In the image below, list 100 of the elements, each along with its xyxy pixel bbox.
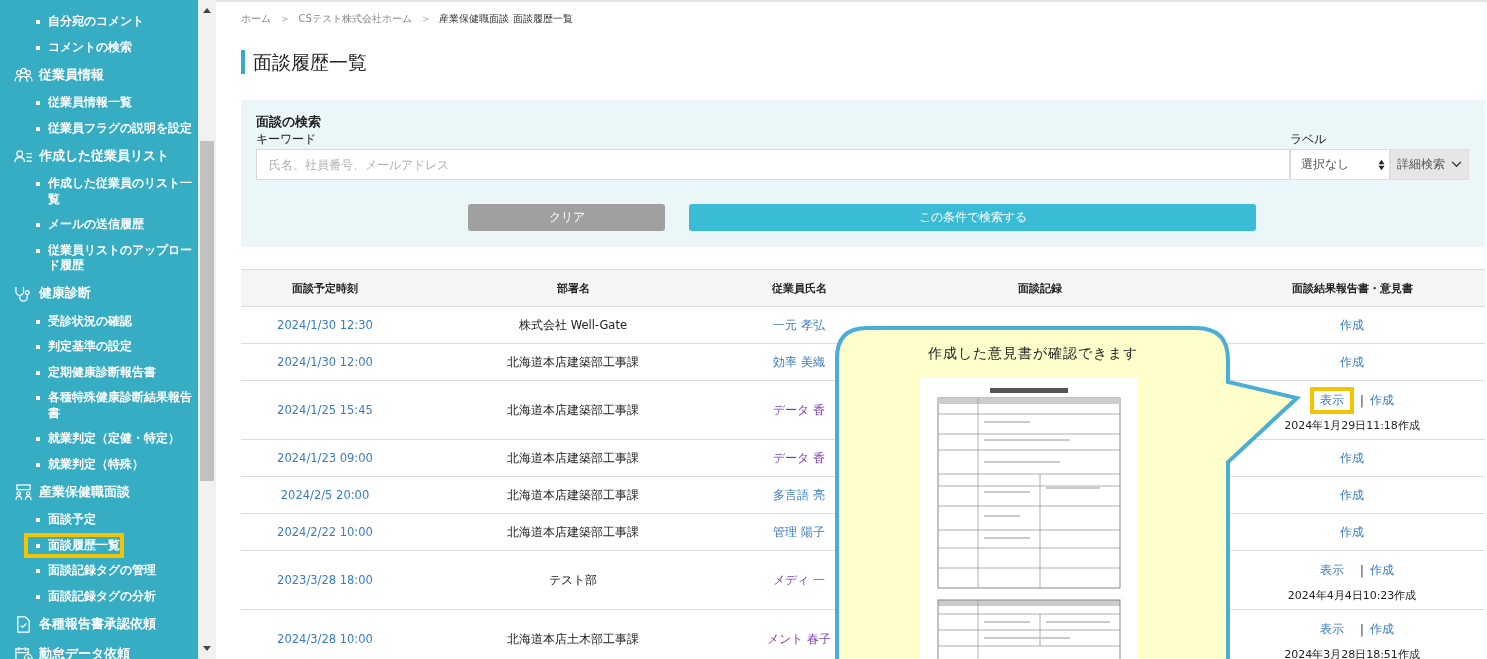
bullet-icon (36, 182, 40, 186)
sidebar-item[interactable]: コメントの検索 (24, 34, 136, 60)
stethoscope-icon (14, 285, 33, 302)
bullet-icon (36, 594, 40, 599)
link-separator: | (1360, 393, 1364, 408)
breadcrumb-separator: > (281, 14, 289, 24)
sidebar-section[interactable]: 産業保健職面談 (0, 477, 136, 507)
view-link[interactable]: 表示 (1310, 557, 1355, 584)
create-link[interactable]: 作成 (1369, 563, 1394, 578)
field-label: ラベル (1290, 131, 1327, 148)
employee-link[interactable]: データ 香 (773, 402, 825, 418)
bullet-icon (36, 20, 40, 24)
create-link[interactable]: 作成 (1340, 317, 1364, 333)
link-separator: | (1360, 563, 1364, 578)
sidebar-item[interactable]: 就業判定（特殊） (24, 451, 148, 477)
created-date: 2024年3月28日18:51作成 (1284, 647, 1420, 659)
sidebar-item[interactable]: 作成した従業員のリスト一覧 (24, 171, 198, 212)
employee-link[interactable]: 一元 孝弘 (773, 317, 825, 333)
table-cell: テスト部 (549, 572, 597, 588)
breadcrumb-link[interactable]: ホーム (241, 12, 271, 26)
date-link[interactable]: 2023/3/28 18:00 (277, 573, 373, 587)
employee-link[interactable]: 管理 陽子 (773, 524, 825, 540)
view-link[interactable]: 表示 (1310, 387, 1355, 414)
created-date: 2024年4月4日10:23作成 (1287, 588, 1417, 603)
view-link[interactable]: 表示 (1310, 616, 1355, 643)
sidebar-section[interactable]: 従業員情報 (0, 60, 110, 90)
sidebar-section[interactable]: 作成した従業員リスト (0, 141, 175, 171)
clear-button[interactable]: クリア (468, 204, 665, 231)
advanced-search-button[interactable]: 詳細検索 (1390, 149, 1469, 180)
column-header: 面談結果報告書・意見書 (1290, 280, 1414, 297)
document-check-icon (14, 615, 33, 633)
bullet-icon (36, 370, 40, 375)
bullet-icon (36, 345, 40, 349)
employee-link[interactable]: メント 春子 (767, 631, 831, 647)
date-link[interactable]: 2024/1/30 12:00 (277, 355, 373, 369)
table-cell: 株式会社 Well-Gate (519, 317, 627, 333)
person-list-icon (14, 147, 33, 165)
table-cell: 北海道本店建築部工事課 (507, 524, 639, 540)
date-link[interactable]: 2024/2/22 10:00 (277, 525, 373, 539)
scrollbar[interactable] (198, 0, 216, 659)
sidebar-item[interactable]: 従業員情報一覧 (24, 90, 136, 116)
date-link[interactable]: 2024/2/5 20:00 (280, 488, 370, 502)
employee-link[interactable]: メディ 一 (773, 572, 825, 588)
bullet-icon (36, 569, 40, 573)
create-link[interactable]: 作成 (1340, 524, 1364, 540)
sidebar-section[interactable]: 各種報告書承認依頼 (0, 609, 162, 639)
breadcrumb-link[interactable]: CSテスト株式会社ホーム (298, 12, 412, 26)
sidebar-item[interactable]: 就業判定（定健・特定） (24, 426, 184, 452)
bullet-icon (36, 45, 40, 50)
people-icon (14, 66, 33, 84)
create-link[interactable]: 作成 (1340, 487, 1364, 503)
bullet-icon (36, 518, 40, 522)
label-select[interactable]: 選択なし (1290, 149, 1390, 180)
create-link[interactable]: 作成 (1369, 622, 1394, 637)
sidebar-item[interactable]: 判定基準の設定 (24, 334, 136, 360)
bullet-icon (36, 437, 40, 441)
search-title: 面談の検索 (256, 114, 322, 131)
column-header: 部署名 (555, 280, 591, 297)
create-link[interactable]: 作成 (1340, 450, 1364, 466)
page-title: 面談履歴一覧 (241, 50, 1485, 74)
meeting-icon (14, 483, 33, 501)
create-link[interactable]: 作成 (1369, 393, 1394, 408)
sidebar-item[interactable]: 各種特殊健康診断結果報告書 (24, 385, 198, 426)
employee-link[interactable]: データ 香 (773, 450, 825, 466)
table-cell: 北海道本店建築部工事課 (507, 450, 639, 466)
field-label: キーワード (256, 131, 317, 148)
create-link[interactable]: 作成 (1340, 354, 1364, 370)
bullet-icon (36, 126, 40, 131)
employee-link[interactable]: 効率 美織 (773, 354, 825, 370)
sidebar-section[interactable]: 勤怠データ依頼 (0, 639, 136, 659)
sidebar-item[interactable]: 定期健康診断報告書 (24, 359, 160, 385)
bullet-icon (36, 462, 40, 467)
date-link[interactable]: 2024/1/30 12:30 (277, 318, 373, 332)
keyword-field[interactable]: 氏名、社員番号、メールアドレス (256, 149, 1290, 180)
bullet-icon (36, 543, 40, 548)
callout-text: 作成した意見書が確認できます (926, 345, 1139, 363)
sidebar-item[interactable]: 面談記録タグの管理 (24, 558, 160, 584)
sidebar-item[interactable]: 面談履歴一覧 (24, 532, 124, 558)
sidebar-item[interactable]: メールの送信履歴 (24, 212, 148, 238)
date-link[interactable]: 2024/1/23 09:00 (277, 451, 373, 465)
table-cell: 北海道本店建築部工事課 (507, 402, 639, 418)
bullet-icon (36, 248, 40, 253)
chevron-down-icon (1451, 161, 1462, 168)
bullet-icon (36, 223, 40, 227)
date-link[interactable]: 2024/3/28 10:00 (277, 632, 373, 646)
link-separator: | (1360, 622, 1364, 637)
sidebar-item[interactable]: 面談記録タグの分析 (24, 583, 160, 609)
employee-link[interactable]: 多言語 亮 (773, 487, 825, 503)
bullet-icon (36, 101, 40, 105)
table-cell: 北海道本店土木部工事課 (507, 631, 639, 647)
date-link[interactable]: 2024/1/25 15:45 (277, 403, 373, 417)
sidebar-item[interactable]: 面談予定 (24, 507, 100, 533)
sidebar-item[interactable]: 自分宛のコメント (24, 9, 148, 35)
breadcrumb-link[interactable]: 産業保健職面談 面談履歴一覧 (439, 12, 573, 26)
bullet-icon (36, 396, 40, 400)
sidebar-item[interactable]: 従業員リストのアップロード履歴 (24, 237, 198, 279)
table-cell: 北海道本店建築部工事課 (507, 354, 639, 370)
sidebar-item[interactable]: 受診状況の確認 (24, 308, 136, 334)
sidebar-section[interactable]: 健康診断 (0, 278, 97, 309)
sidebar-item[interactable]: 従業員フラグの説明を設定 (24, 115, 196, 141)
